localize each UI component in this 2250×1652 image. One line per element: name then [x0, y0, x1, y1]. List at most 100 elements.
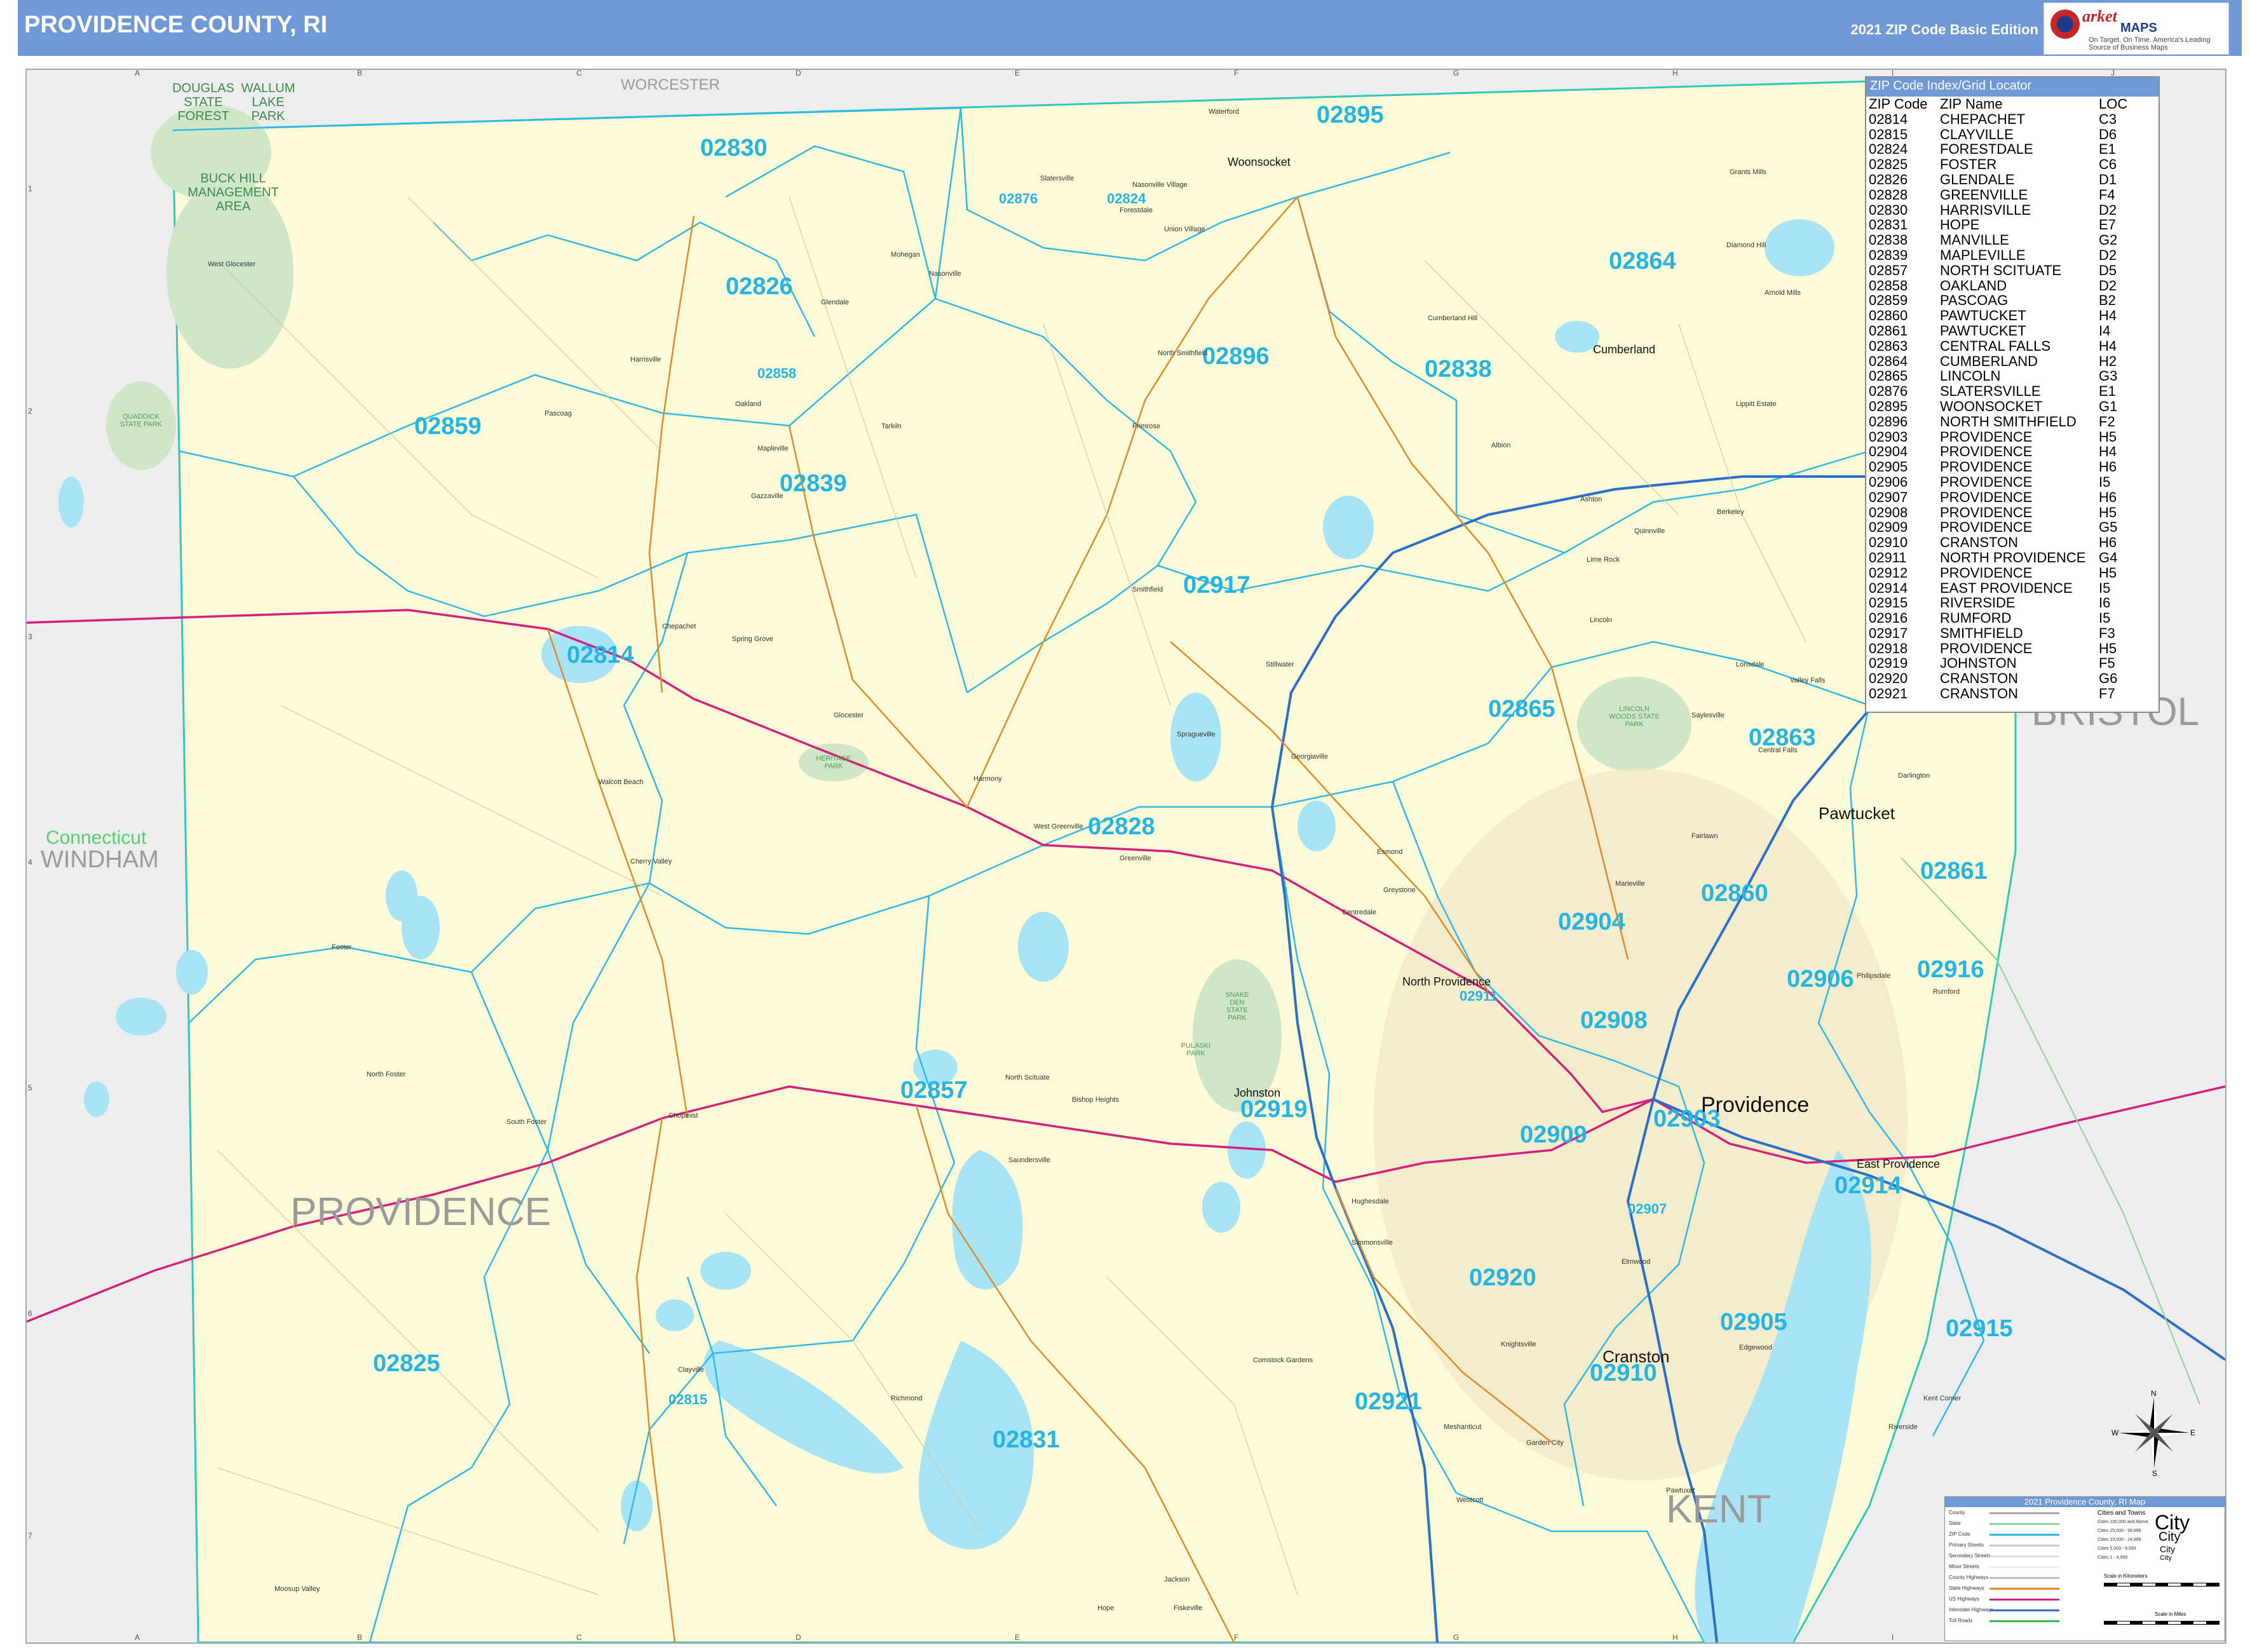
city-cumberland[interactable]: Cumberland	[1593, 343, 1655, 356]
zip-index-row[interactable]: 02857 NORTH SCITUATE D5	[1866, 262, 2159, 278]
zip-label-02858[interactable]: 02858	[757, 365, 796, 382]
zip-index-row[interactable]: 02912 PROVIDENCE H5	[1866, 565, 2159, 581]
zip-index-row[interactable]: 02908 PROVIDENCE H5	[1866, 504, 2159, 520]
compass-e: E	[2190, 1428, 2195, 1437]
zip-label-02839[interactable]: 02839	[780, 470, 847, 498]
zip-index-row[interactable]: 02865 LINCOLN G3	[1866, 369, 2159, 384]
zip-label-02904[interactable]: 02904	[1558, 909, 1625, 936]
zip-index-row[interactable]: 02839 MAPLEVILLE D2	[1866, 248, 2159, 263]
zip-label-02906[interactable]: 02906	[1787, 966, 1854, 993]
zip-label-02838[interactable]: 02838	[1425, 356, 1492, 383]
zip-index-row[interactable]: 02919 JOHNSTON F5	[1866, 656, 2159, 671]
zip-index-row[interactable]: 02825 FOSTER C6	[1866, 157, 2159, 172]
zip-index-row[interactable]: 02915 RIVERSIDE I6	[1866, 595, 2159, 611]
zip-label-02905[interactable]: 02905	[1720, 1309, 1787, 1336]
city-cranston[interactable]: Cranston	[1603, 1347, 1670, 1367]
city-providence[interactable]: Providence	[1701, 1093, 1809, 1118]
zip-label-02861[interactable]: 02861	[1920, 858, 1988, 885]
zip-index-row[interactable]: 02905 PROVIDENCE H6	[1866, 459, 2159, 475]
zip-index-row[interactable]: 02826 GLENDALE D1	[1866, 172, 2159, 187]
zip-label-02919[interactable]: 02919	[1240, 1096, 1308, 1123]
zip-index-name: HARRISVILLE	[1940, 201, 2031, 218]
place-waterford: Waterford	[1209, 108, 1239, 116]
zip-index-row[interactable]: 02914 EAST PROVIDENCE I5	[1866, 579, 2159, 596]
zip-index-row[interactable]: 02830 HARRISVILLE D2	[1866, 201, 2159, 218]
zip-index-row[interactable]: 02917 SMITHFIELD F3	[1866, 626, 2159, 641]
zip-label-02914[interactable]: 02914	[1834, 1172, 1902, 1200]
zip-label-02860[interactable]: 02860	[1701, 880, 1768, 907]
city-woonsocket[interactable]: Woonsocket	[1228, 156, 1291, 169]
zip-index-row[interactable]: 02828 GREENVILLE F4	[1866, 187, 2159, 203]
legend-city-size-1: Cities 100,000 and Above	[2098, 1520, 2148, 1524]
zip-index-row[interactable]: 02824 FORESTDALE E1	[1866, 142, 2159, 157]
zip-index-row[interactable]: 02838 MANVILLE G2	[1866, 233, 2159, 248]
zip-index-header-row: ZIP Code ZIP Name LOC	[1866, 97, 2159, 112]
zip-index-row[interactable]: 02910 CRANSTON H6	[1866, 535, 2159, 550]
zip-index-name: EAST PROVIDENCE	[1940, 579, 2073, 596]
zip-index-row[interactable]: 02896 NORTH SMITHFIELD F2	[1866, 414, 2159, 430]
zip-index-row[interactable]: 02916 RUMFORD I5	[1866, 611, 2159, 626]
zip-label-02896[interactable]: 02896	[1202, 343, 1270, 370]
zip-label-02921[interactable]: 02921	[1355, 1388, 1422, 1416]
zip-label-02815[interactable]: 02815	[668, 1391, 707, 1408]
zip-label-02915[interactable]: 02915	[1946, 1315, 2013, 1343]
zip-label-02830[interactable]: 02830	[700, 135, 768, 162]
zip-label-02920[interactable]: 02920	[1469, 1264, 1536, 1292]
zip-index-row[interactable]: 02904 PROVIDENCE H4	[1866, 444, 2159, 459]
zip-index-row[interactable]: 02831 HOPE E7	[1866, 217, 2159, 233]
place-meshanticut: Meshanticut	[1444, 1423, 1482, 1431]
zip-index-name: NORTH SCITUATE	[1940, 262, 2062, 278]
zip-label-02814[interactable]: 02814	[567, 642, 634, 669]
grid-number-2: 2	[28, 407, 32, 416]
place-edgewood: Edgewood	[1739, 1344, 1772, 1351]
zip-label-02857[interactable]: 02857	[900, 1077, 968, 1104]
zip-index-row[interactable]: 02876 SLATERSVILLE E1	[1866, 384, 2159, 399]
zip-label-02907[interactable]: 02907	[1628, 1201, 1667, 1217]
zip-index-code: 02909	[1869, 519, 1908, 536]
zip-label-02909[interactable]: 02909	[1520, 1121, 1587, 1149]
zip-index-row[interactable]: 02861 PAWTUCKET I4	[1866, 323, 2159, 339]
market-maps-logo[interactable]: arket MAPS On Target. On Time. America's…	[2043, 3, 2229, 55]
place-lincoln: Lincoln	[1590, 616, 1612, 624]
zip-label-02895[interactable]: 02895	[1317, 102, 1384, 129]
zip-index-row[interactable]: 02911 NORTH PROVIDENCE G4	[1866, 550, 2159, 565]
zip-label-02828[interactable]: 02828	[1088, 813, 1155, 841]
zip-index-row[interactable]: 02860 PAWTUCKET H4	[1866, 308, 2159, 323]
zip-index-row[interactable]: 02918 PROVIDENCE H5	[1866, 640, 2159, 656]
city-johnston[interactable]: Johnston	[1234, 1087, 1280, 1100]
zip-index-row[interactable]: 02859 PASCOAG B2	[1866, 293, 2159, 308]
zip-index-row[interactable]: 02814 CHEPACHET C3	[1866, 111, 2159, 127]
zip-index-row[interactable]: 02903 PROVIDENCE H5	[1866, 429, 2159, 445]
zip-label-02864[interactable]: 02864	[1609, 248, 1676, 275]
zip-index-row[interactable]: 02920 CRANSTON G6	[1866, 671, 2159, 686]
zip-label-02865[interactable]: 02865	[1488, 696, 1555, 723]
zip-label-02911[interactable]: 02911	[1460, 988, 1498, 1005]
zip-label-02825[interactable]: 02825	[373, 1350, 440, 1378]
zip-index-row[interactable]: 02895 WOONSOCKET G1	[1866, 399, 2159, 414]
zip-index-row[interactable]: 02863 CENTRAL FALLS H4	[1866, 338, 2159, 354]
zip-label-02824[interactable]: 02824	[1107, 191, 1146, 207]
compass-star	[2119, 1398, 2189, 1468]
zip-index-loc: H5	[2099, 640, 2117, 656]
zip-index-loc: D2	[2099, 247, 2117, 263]
zip-label-02876[interactable]: 02876	[999, 191, 1038, 207]
place-diamond-hill: Diamond Hill	[1726, 241, 1766, 249]
zip-label-02831[interactable]: 02831	[993, 1426, 1060, 1454]
zip-label-02826[interactable]: 02826	[726, 273, 793, 301]
zip-index-row[interactable]: 02858 OAKLAND D2	[1866, 278, 2159, 294]
zip-index-row[interactable]: 02815 CLAYVILLE D6	[1866, 126, 2159, 142]
zip-index-row[interactable]: 02921 CRANSTON F7	[1866, 686, 2159, 701]
zip-label-02916[interactable]: 02916	[1917, 956, 1984, 984]
zip-label-02859[interactable]: 02859	[414, 413, 482, 440]
grid-letter-f-bottom: F	[1234, 1633, 1239, 1642]
zip-index-row[interactable]: 02907 PROVIDENCE H6	[1866, 489, 2159, 505]
zip-label-02917[interactable]: 02917	[1183, 572, 1250, 599]
city-north-providence[interactable]: North Providence	[1402, 975, 1491, 989]
zip-index-row[interactable]: 02864 CUMBERLAND H2	[1866, 353, 2159, 369]
zip-label-02908[interactable]: 02908	[1580, 1007, 1648, 1034]
zip-index-code: 02839	[1869, 247, 1908, 263]
city-pawtucket[interactable]: Pawtucket	[1819, 804, 1895, 823]
city-east-providence[interactable]: East Providence	[1857, 1158, 1940, 1171]
zip-index-row[interactable]: 02909 PROVIDENCE G5	[1866, 520, 2159, 535]
zip-index-row[interactable]: 02906 PROVIDENCE I5	[1866, 475, 2159, 490]
